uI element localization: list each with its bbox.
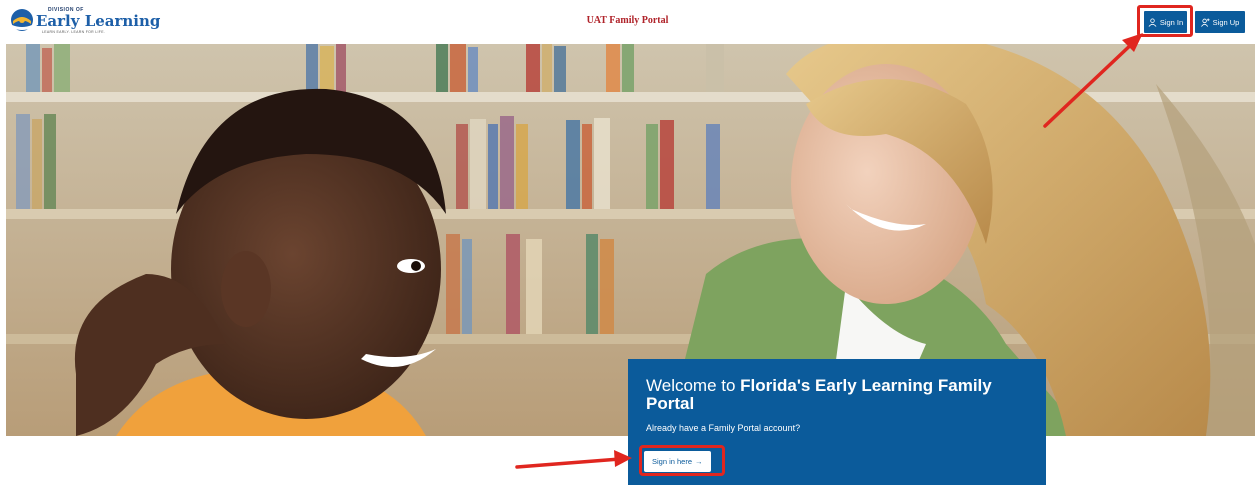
add-person-icon [1200,17,1210,27]
welcome-heading: Welcome to Florida's Early Learning Fami… [646,377,1028,413]
portal-title: UAT Family Portal [586,15,669,26]
sign-in-here-highlight-box [639,445,725,476]
site-header: DIVISION OF Early Learning LEARN EARLY. … [0,0,1255,44]
logo-tagline: LEARN EARLY. LEARN FOR LIFE. [42,30,106,34]
sign-up-button[interactable]: Sign Up [1195,11,1245,33]
arrow-to-sign-in-here [515,450,632,469]
welcome-subtitle: Already have a Family Portal account? [646,423,801,433]
sign-in-highlight-box [1137,5,1193,37]
welcome-heading-prefix: Welcome to [646,376,741,395]
sign-up-label: Sign Up [1212,17,1240,27]
